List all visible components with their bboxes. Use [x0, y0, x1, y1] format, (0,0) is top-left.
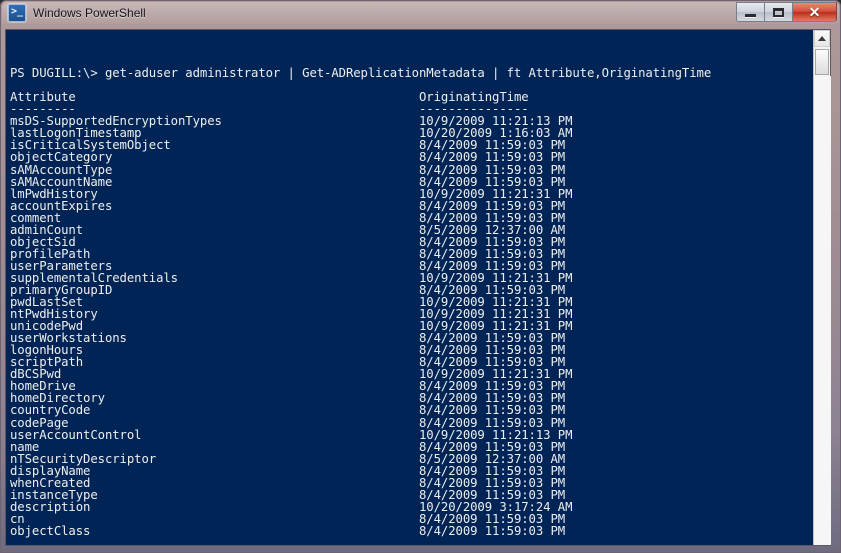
scrollbar-up-arrow-button[interactable] [814, 30, 830, 47]
maximize-icon [773, 7, 784, 17]
window-title: Windows PowerShell [33, 6, 146, 20]
table-row: homeDirectory 8/4/2009 11:59:03 PM [10, 392, 813, 404]
table-row: supplementalCredentials 10/9/2009 11:21:3… [10, 272, 813, 284]
cell-attribute: userAccountControl [10, 427, 142, 442]
cell-attribute: countryCode [10, 403, 91, 418]
powershell-icon: >_ [8, 4, 26, 22]
table-row: objectSid 8/4/2009 11:59:03 PM [10, 236, 813, 248]
table-row: profilePath 8/4/2009 11:59:03 PM [10, 248, 813, 260]
powershell-window: >_ Windows PowerShell ✕ PS DUGILL:\> get… [0, 0, 841, 553]
console-client-area: PS DUGILL:\> get-aduser administrator | … [5, 29, 831, 546]
table-row: unicodePwd 10/9/2009 11:21:31 PM [10, 320, 813, 332]
powershell-icon-glyph: >_ [10, 6, 24, 17]
table-row: comment 8/4/2009 11:59:03 PM [10, 212, 813, 224]
table-row: isCriticalSystemObject 8/4/2009 11:59:03 … [10, 139, 813, 151]
table-row: homeDrive 8/4/2009 11:59:03 PM [10, 380, 813, 392]
caption-button-group: ✕ [736, 2, 837, 22]
table-row: instanceType 8/4/2009 11:59:03 PM [10, 489, 813, 501]
spacer-line [10, 79, 813, 91]
cell-attribute: sAMAccountName [10, 174, 113, 189]
cell-attribute: adminCount [10, 222, 84, 237]
console-text: PS DUGILL:\> get-aduser administrator | … [10, 31, 813, 545]
table-row: countryCode 8/4/2009 11:59:03 PM [10, 404, 813, 416]
table-row: userWorkstations 8/4/2009 11:59:03 PM [10, 332, 813, 344]
scrollbar-track[interactable] [814, 76, 831, 545]
vertical-scrollbar[interactable] [813, 30, 831, 545]
table-row: accountExpires 8/4/2009 11:59:03 PM [10, 198, 813, 213]
cell-attribute: whenCreated [10, 475, 91, 490]
table-row: description 10/20/2009 3:17:24 AM [10, 501, 813, 513]
close-icon: ✕ [808, 4, 821, 20]
cell-attribute: lmPwdHistory [10, 186, 98, 201]
table-row: name 8/4/2009 11:59:03 PM [10, 439, 813, 454]
table-row: sAMAccountType 8/4/2009 11:59:03 PM [10, 162, 813, 177]
scrollbar-thumb[interactable] [815, 49, 829, 75]
table-header-row: Attribute OriginatingTime [10, 91, 813, 103]
console-output-surface[interactable]: PS DUGILL:\> get-aduser administrator | … [6, 30, 813, 545]
cell-attribute: objectClass [10, 523, 91, 538]
close-button[interactable]: ✕ [792, 2, 837, 22]
table-row: objectCategory 8/4/2009 11:59:03 PM [10, 151, 813, 163]
cell-attribute: objectCategory [10, 150, 113, 165]
cell-attribute: sAMAccountType [10, 162, 113, 177]
table-row: cn 8/4/2009 11:59:03 PM [10, 513, 813, 525]
cell-attribute: comment [10, 210, 62, 225]
table-row: whenCreated 8/4/2009 11:59:03 PM [10, 477, 813, 489]
table-row: scriptPath 8/4/2009 11:59:03 PM [10, 356, 813, 368]
cell-attribute: scriptPath [10, 355, 84, 370]
table-row: nTSecurityDescriptor 8/5/2009 12:37:00 AM [10, 451, 813, 466]
cell-attribute: accountExpires [10, 198, 113, 213]
cell-attribute: name [10, 439, 40, 454]
chevron-up-icon [818, 36, 826, 41]
cell-attribute: codePage [10, 415, 69, 430]
table-row: objectClass 8/4/2009 11:59:03 PM [10, 525, 813, 537]
table-row: primaryGroupID 8/4/2009 11:59:03 PM [10, 284, 813, 296]
cell-attribute: nTSecurityDescriptor [10, 451, 157, 466]
table-row: logonHours 8/4/2009 11:59:03 PM [10, 344, 813, 356]
command-line: PS DUGILL:\> get-aduser administrator | … [10, 66, 712, 81]
table-row: lmPwdHistory 10/9/2009 11:21:31 PM [10, 186, 813, 201]
table-row: userAccountControl 10/9/2009 11:21:13 PM [10, 427, 813, 442]
table-row: adminCount 8/5/2009 12:37:00 AM [10, 224, 813, 236]
maximize-button[interactable] [764, 2, 792, 22]
table-row: pwdLastSet 10/9/2009 11:21:31 PM [10, 296, 813, 308]
title-bar[interactable]: >_ Windows PowerShell ✕ [1, 1, 841, 25]
cell-attribute: displayName [10, 463, 91, 478]
table-row: dBCSPwd 10/9/2009 11:21:31 PM [10, 368, 813, 380]
spacer-line [10, 537, 813, 545]
minimize-icon [745, 13, 756, 17]
cell-attribute: description [10, 499, 91, 514]
minimize-button[interactable] [736, 2, 764, 22]
table-row: displayName 8/4/2009 11:59:03 PM [10, 465, 813, 477]
table-row: ntPwdHistory 10/9/2009 11:21:31 PM [10, 308, 813, 320]
cell-originating-time: 8/4/2009 11:59:03 PM [419, 523, 566, 538]
table-row: codePage 8/4/2009 11:59:03 PM [10, 415, 813, 430]
table-row: sAMAccountName 8/4/2009 11:59:03 PM [10, 174, 813, 189]
